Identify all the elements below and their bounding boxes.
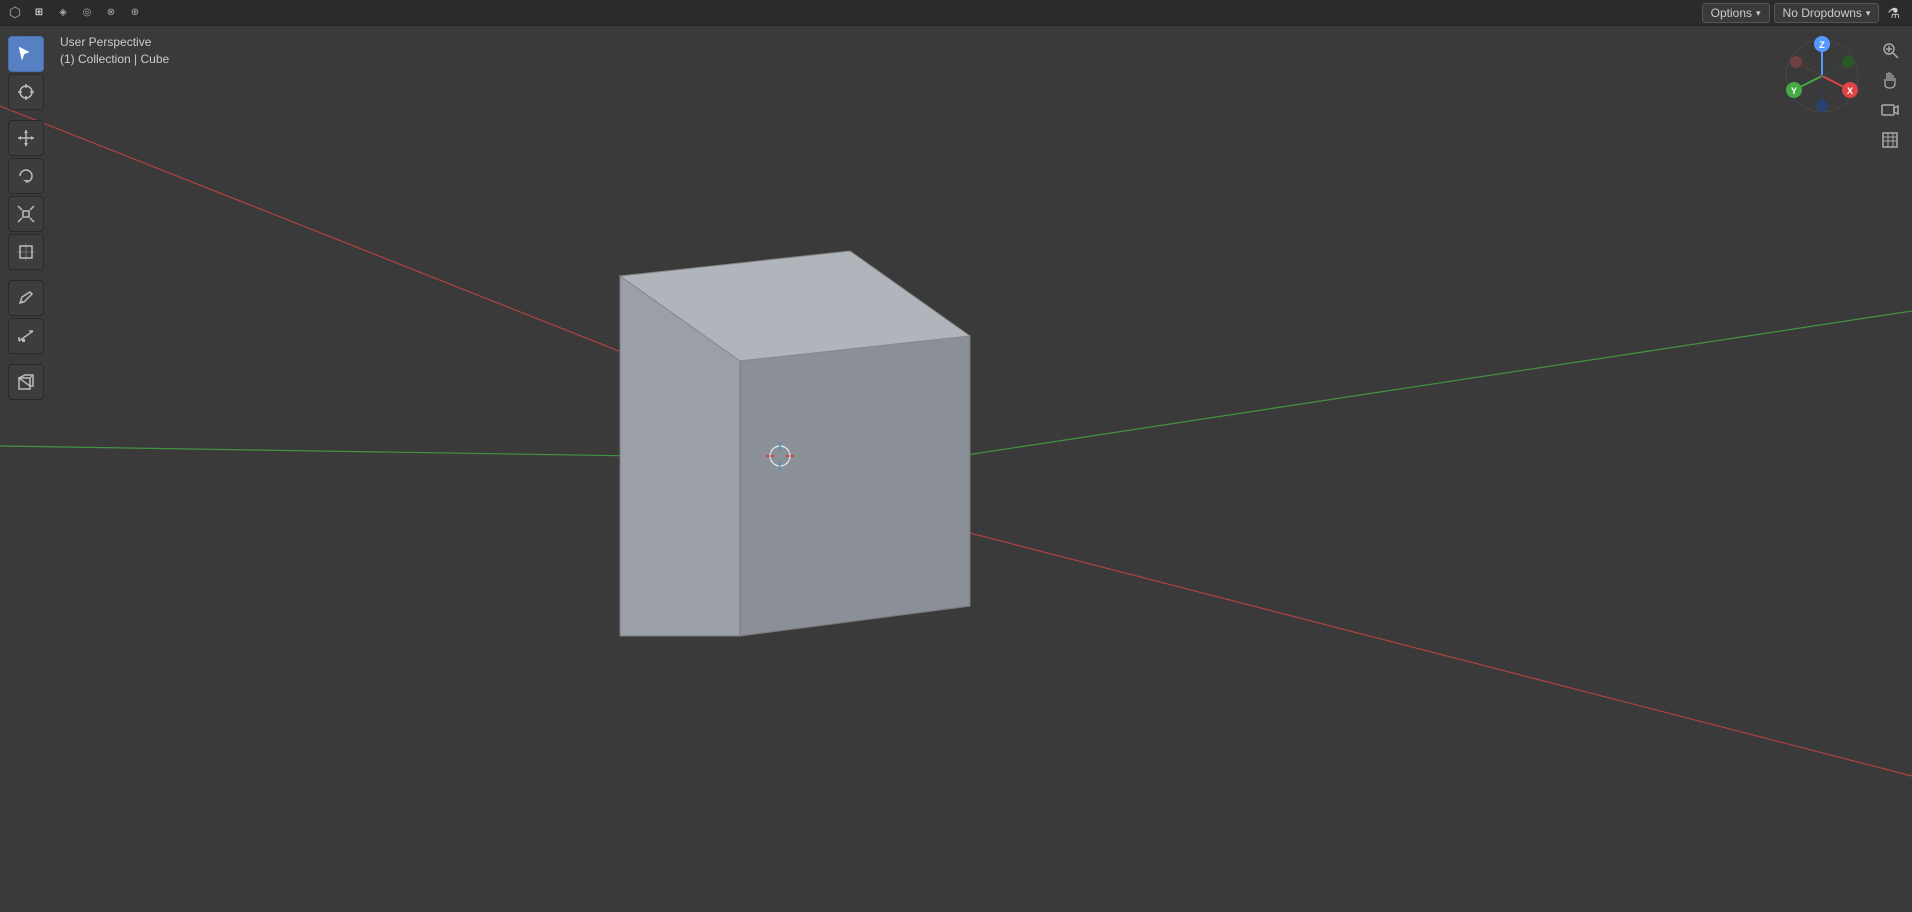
filter-icon[interactable]: ⚗ — [1883, 5, 1904, 22]
navigation-gizmo[interactable]: Z X Y — [1782, 36, 1862, 116]
collection-path-label: (1) Collection | Cube — [60, 51, 169, 68]
svg-text:Z: Z — [1819, 40, 1825, 50]
no-dropdowns-dropdown[interactable]: No Dropdowns ▾ — [1774, 3, 1880, 23]
svg-text:X: X — [1847, 86, 1853, 96]
viewport-view-label: User Perspective (1) Collection | Cube — [60, 34, 169, 68]
zoom-icon[interactable] — [1876, 36, 1904, 64]
select-box-tool[interactable] — [8, 36, 44, 72]
3d-cursor — [766, 442, 794, 470]
annotate-tool[interactable] — [8, 280, 44, 316]
move-tool[interactable] — [8, 120, 44, 156]
dropdowns-chevron-icon: ▾ — [1866, 8, 1871, 19]
blender-menu-icon[interactable]: ⬡ — [4, 2, 26, 24]
modeling-tab[interactable]: ◈ — [52, 2, 74, 24]
spreadsheet-icon[interactable] — [1876, 126, 1904, 154]
camera-icon[interactable] — [1876, 96, 1904, 124]
rotate-tool[interactable] — [8, 158, 44, 194]
uv-tab[interactable]: ⊗ — [100, 2, 122, 24]
left-toolbar — [8, 36, 44, 400]
right-toolbar — [1876, 36, 1904, 154]
sculpting-tab[interactable]: ◎ — [76, 2, 98, 24]
layout-tab[interactable]: ⊞ — [28, 2, 50, 24]
cursor-tool[interactable] — [8, 74, 44, 110]
transform-tool[interactable] — [8, 234, 44, 270]
3d-viewport[interactable]: User Perspective (1) Collection | Cube — [0, 26, 1912, 912]
scale-tool[interactable] — [8, 196, 44, 232]
viewport-grid — [0, 26, 1912, 912]
view-type-label: User Perspective — [60, 34, 169, 51]
add-cube-tool[interactable] — [8, 364, 44, 400]
pan-hand-icon[interactable] — [1876, 66, 1904, 94]
options-dropdown[interactable]: Options ▾ — [1702, 3, 1770, 23]
svg-text:Y: Y — [1791, 86, 1797, 96]
measure-tool[interactable] — [8, 318, 44, 354]
topbar-right-controls: Options ▾ No Dropdowns ▾ ⚗ — [1694, 0, 1912, 26]
texture-tab[interactable]: ⊕ — [124, 2, 146, 24]
options-chevron-icon: ▾ — [1756, 8, 1761, 19]
top-bar: ⬡ ⊞ ◈ ◎ ⊗ ⊕ Options ▾ No Dropdowns ▾ ⚗ — [0, 0, 1912, 26]
